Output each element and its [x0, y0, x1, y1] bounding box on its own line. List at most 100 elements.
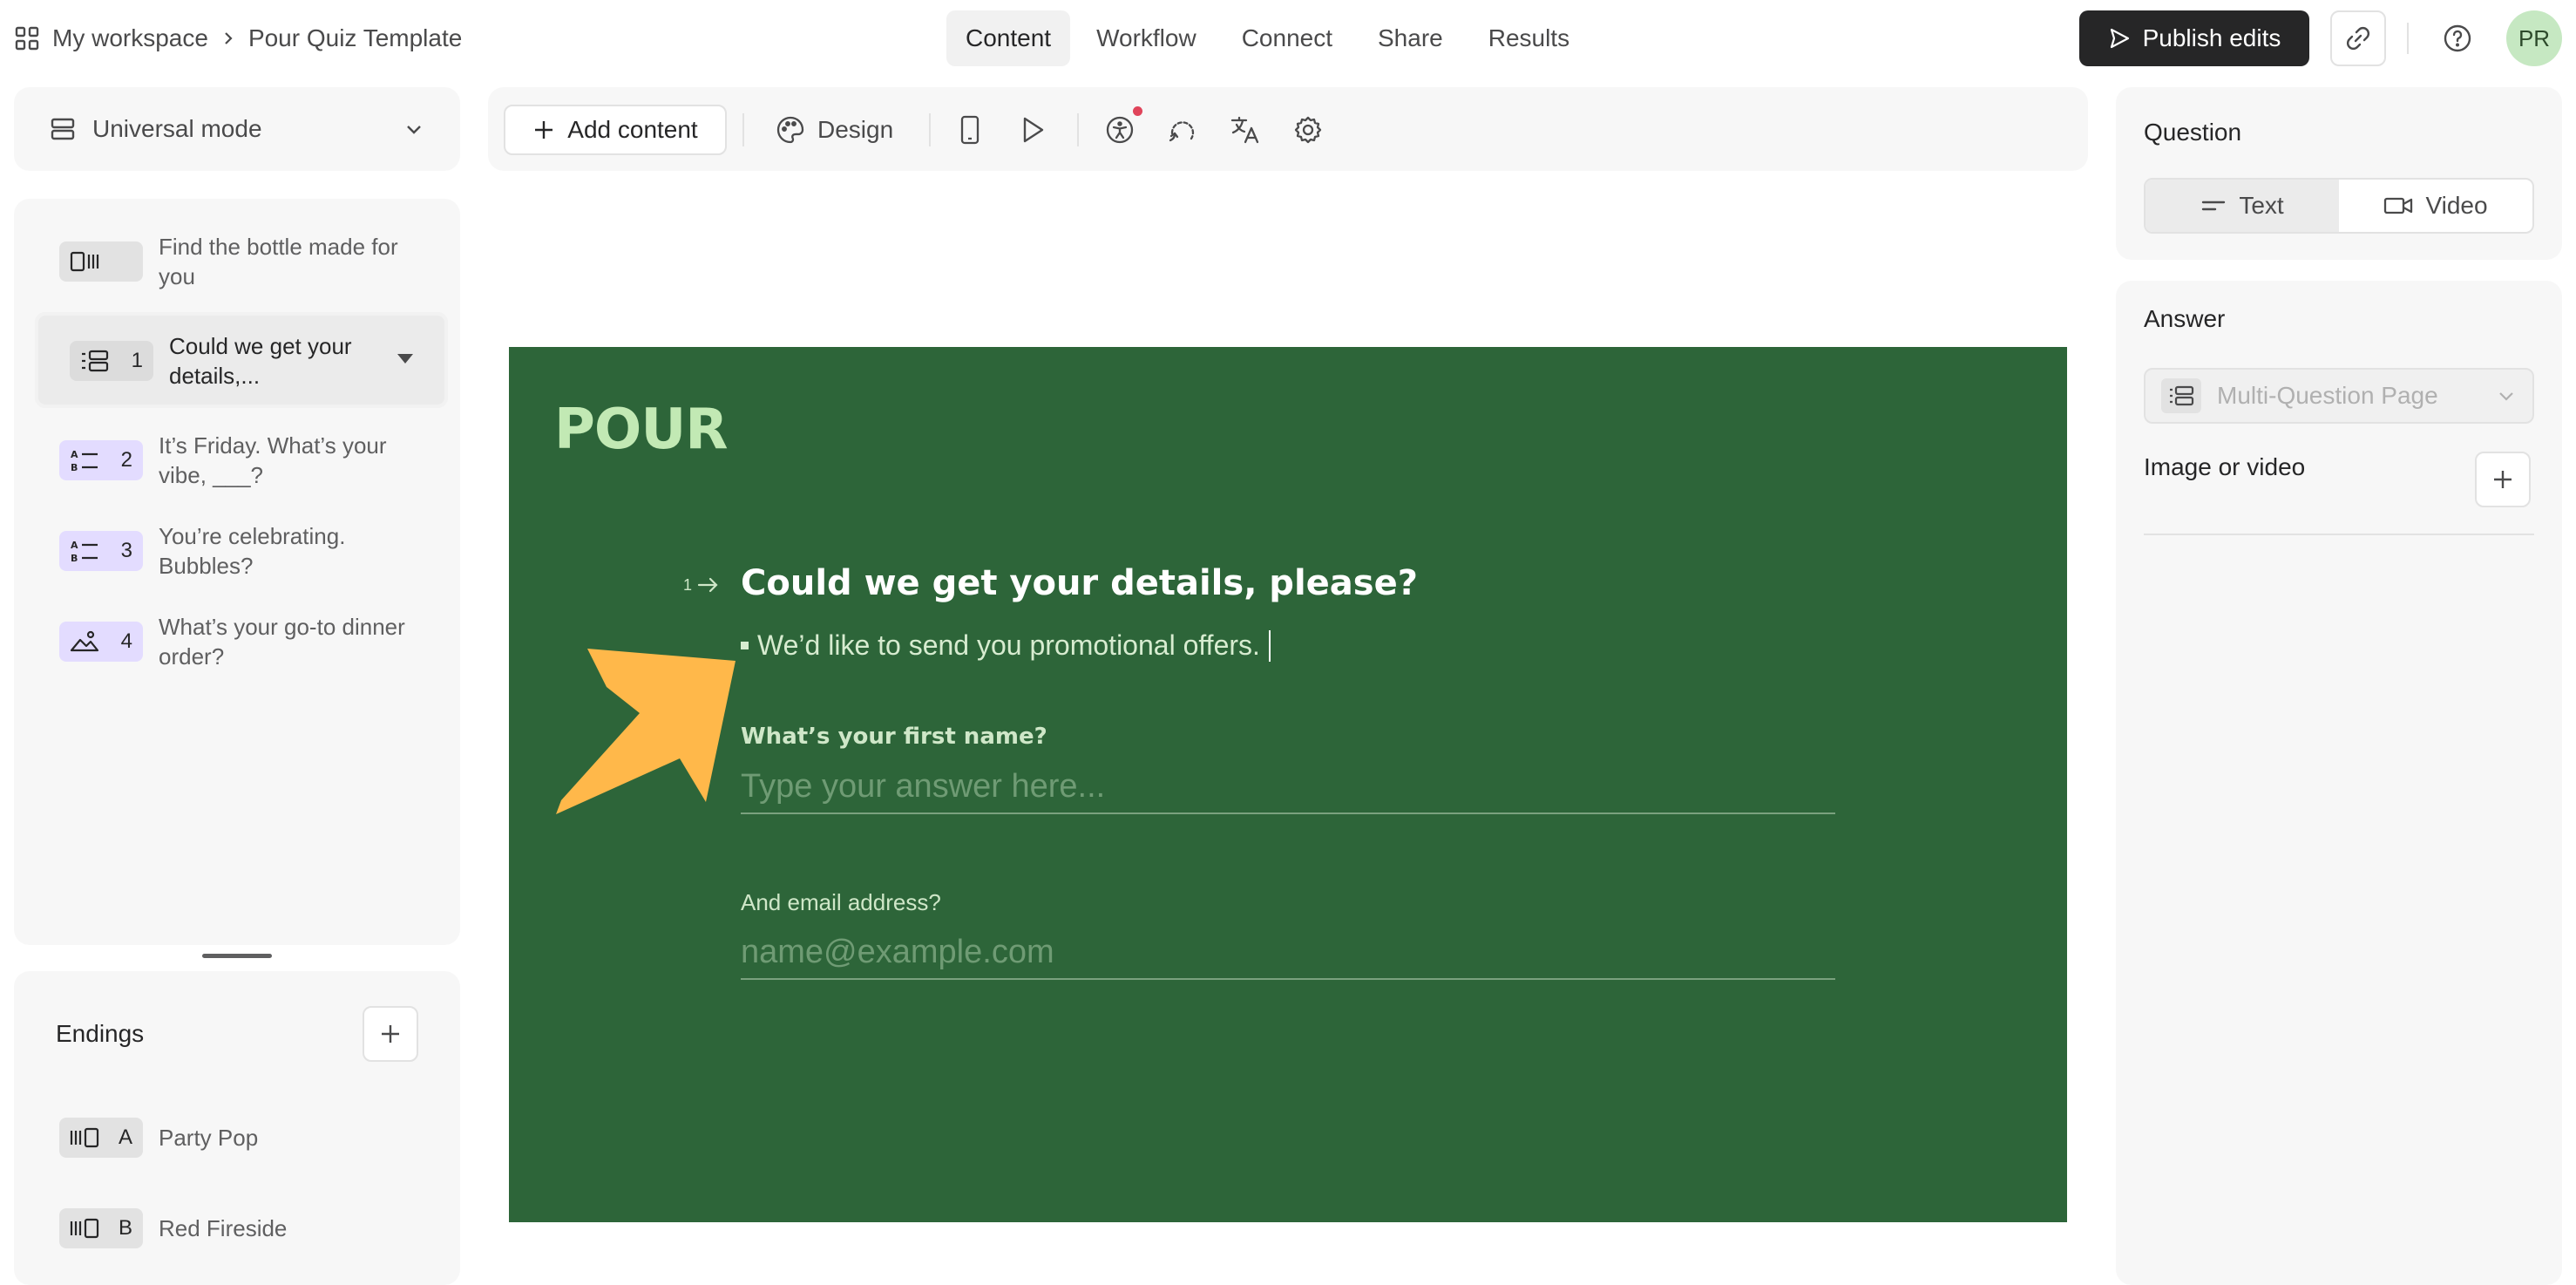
- list-item-question-2[interactable]: A B 2 It’s Friday. What’s your vibe, ___…: [59, 431, 425, 490]
- question-text: What’s your go-to dinner order?: [159, 614, 405, 670]
- picture-choice-icon: [70, 629, 99, 654]
- email-input[interactable]: [741, 926, 1835, 980]
- svg-text:B: B: [71, 553, 78, 564]
- tab-connect[interactable]: Connect: [1223, 10, 1352, 66]
- svg-text:B: B: [71, 462, 78, 473]
- mobile-preview-button[interactable]: [950, 110, 990, 150]
- brand-logo: POUR: [554, 398, 729, 462]
- panel-resize-handle[interactable]: [202, 954, 272, 958]
- multi-question-icon: [2161, 378, 2201, 413]
- publish-edits-label: Publish edits: [2142, 24, 2281, 51]
- text-cursor: [1268, 629, 1271, 662]
- answer-settings-panel: Answer Multi-Question Page Image or vide…: [2116, 281, 2562, 1285]
- add-content-label: Add content: [567, 116, 698, 143]
- question-description-text: We’d like to send you promotional offers…: [757, 629, 1260, 661]
- send-icon: [2108, 27, 2131, 50]
- answer-heading: Answer: [2144, 305, 2226, 332]
- ending-screen-icon: [70, 1217, 99, 1240]
- tab-content[interactable]: Content: [946, 10, 1071, 66]
- first-name-label: What’s your first name?: [741, 724, 1047, 750]
- header-divider: [2407, 23, 2409, 54]
- video-option-label: Video: [2425, 192, 2488, 219]
- ending-text: Red Fireside: [159, 1215, 288, 1241]
- play-icon: [1020, 116, 1046, 144]
- question-number: 2: [120, 448, 132, 472]
- chevron-down-icon: [403, 118, 425, 140]
- caret-down-icon[interactable]: [397, 354, 413, 364]
- logic-loop-icon: [1167, 114, 1198, 146]
- image-or-video-label: Image or video: [2144, 453, 2306, 480]
- mode-label: Universal mode: [92, 115, 262, 142]
- question-text: Find the bottle made for you: [159, 234, 398, 289]
- ending-letter: A: [118, 1125, 132, 1149]
- question-number: 4: [120, 629, 132, 653]
- preview-play-button[interactable]: [1013, 110, 1053, 150]
- ending-screen-icon: [70, 1126, 99, 1149]
- toolbar-divider: [929, 113, 931, 146]
- workspace-grid-icon[interactable]: [14, 25, 40, 51]
- design-label: Design: [817, 116, 894, 143]
- question-list: Find the bottle made for you 1 Could we …: [14, 199, 460, 945]
- chevron-down-icon: [2496, 385, 2517, 406]
- accessibility-button[interactable]: [1100, 110, 1140, 150]
- ending-badge: A: [59, 1118, 143, 1158]
- notification-dot: [1133, 106, 1142, 116]
- logic-button[interactable]: [1163, 110, 1203, 150]
- multiple-choice-icon: A B: [70, 538, 99, 564]
- copy-link-button[interactable]: [2330, 10, 2386, 66]
- list-item-welcome[interactable]: Find the bottle made for you: [59, 232, 425, 291]
- multiple-choice-icon: A B: [70, 447, 99, 473]
- list-item-question-1[interactable]: 1 Could we get your details,...: [70, 331, 401, 391]
- help-button[interactable]: [2430, 10, 2485, 66]
- question-description[interactable]: We’d like to send you promotional offers…: [741, 629, 1271, 662]
- bullet-marker: [741, 642, 749, 649]
- pointer-arrow-annotation: [556, 649, 736, 814]
- publish-edits-button[interactable]: Publish edits: [2079, 10, 2309, 66]
- first-name-input[interactable]: [741, 760, 1835, 814]
- question-type-badge: A B 2: [59, 440, 143, 480]
- question-type-toggle: Text Video: [2144, 178, 2534, 234]
- top-bar: My workspace Pour Quiz Template Content …: [0, 0, 2576, 77]
- ending-text: Party Pop: [159, 1125, 259, 1151]
- endings-panel: Endings A Party Pop B Red Fireside: [14, 971, 460, 1285]
- question-text: Could we get your details,...: [169, 333, 352, 389]
- tab-results[interactable]: Results: [1469, 10, 1589, 66]
- text-option[interactable]: Text: [2146, 180, 2339, 232]
- multi-question-icon: [80, 350, 110, 372]
- question-title[interactable]: Could we get your details, please?: [741, 563, 1418, 603]
- list-item-question-4[interactable]: 4 What’s your go-to dinner order?: [59, 612, 425, 671]
- avatar[interactable]: PR: [2506, 10, 2562, 66]
- translate-button[interactable]: [1225, 110, 1265, 150]
- question-number: 1: [131, 349, 143, 372]
- question-text: You’re celebrating. Bubbles?: [159, 523, 346, 579]
- tab-share[interactable]: Share: [1359, 10, 1462, 66]
- tab-workflow[interactable]: Workflow: [1077, 10, 1216, 66]
- text-lines-icon: [2200, 196, 2227, 215]
- main-nav: Content Workflow Connect Share Results: [946, 10, 1589, 66]
- add-content-button[interactable]: Add content: [504, 105, 727, 155]
- breadcrumb-workspace-link[interactable]: My workspace: [52, 24, 208, 52]
- question-number-indicator: 1: [683, 575, 720, 595]
- list-item-question-3[interactable]: A B 3 You’re celebrating. Bubbles?: [59, 521, 425, 581]
- palette-icon: [776, 115, 805, 145]
- ending-letter: B: [118, 1216, 132, 1240]
- list-item-ending-b[interactable]: B Red Fireside: [59, 1208, 425, 1248]
- stack-icon: [49, 115, 77, 143]
- form-preview-canvas[interactable]: POUR 1 Could we get your details, please…: [509, 347, 2067, 1222]
- question-type-badge: [59, 241, 143, 282]
- question-type-badge: 1: [70, 341, 153, 381]
- video-option[interactable]: Video: [2339, 180, 2532, 232]
- arrow-right-icon: [697, 575, 720, 595]
- list-item-ending-a[interactable]: A Party Pop: [59, 1118, 425, 1158]
- toolbar-divider: [1077, 113, 1079, 146]
- answer-type-value: Multi-Question Page: [2217, 382, 2438, 409]
- settings-button[interactable]: [1288, 110, 1328, 150]
- endings-title: Endings: [56, 1020, 145, 1047]
- answer-type-select[interactable]: Multi-Question Page: [2144, 368, 2534, 424]
- mode-selector[interactable]: Universal mode: [14, 87, 460, 171]
- design-button[interactable]: Design: [776, 105, 893, 155]
- breadcrumb-form-title[interactable]: Pour Quiz Template: [248, 24, 462, 52]
- add-ending-button[interactable]: [363, 1006, 418, 1062]
- help-icon: [2443, 24, 2472, 53]
- add-media-button[interactable]: [2475, 452, 2531, 507]
